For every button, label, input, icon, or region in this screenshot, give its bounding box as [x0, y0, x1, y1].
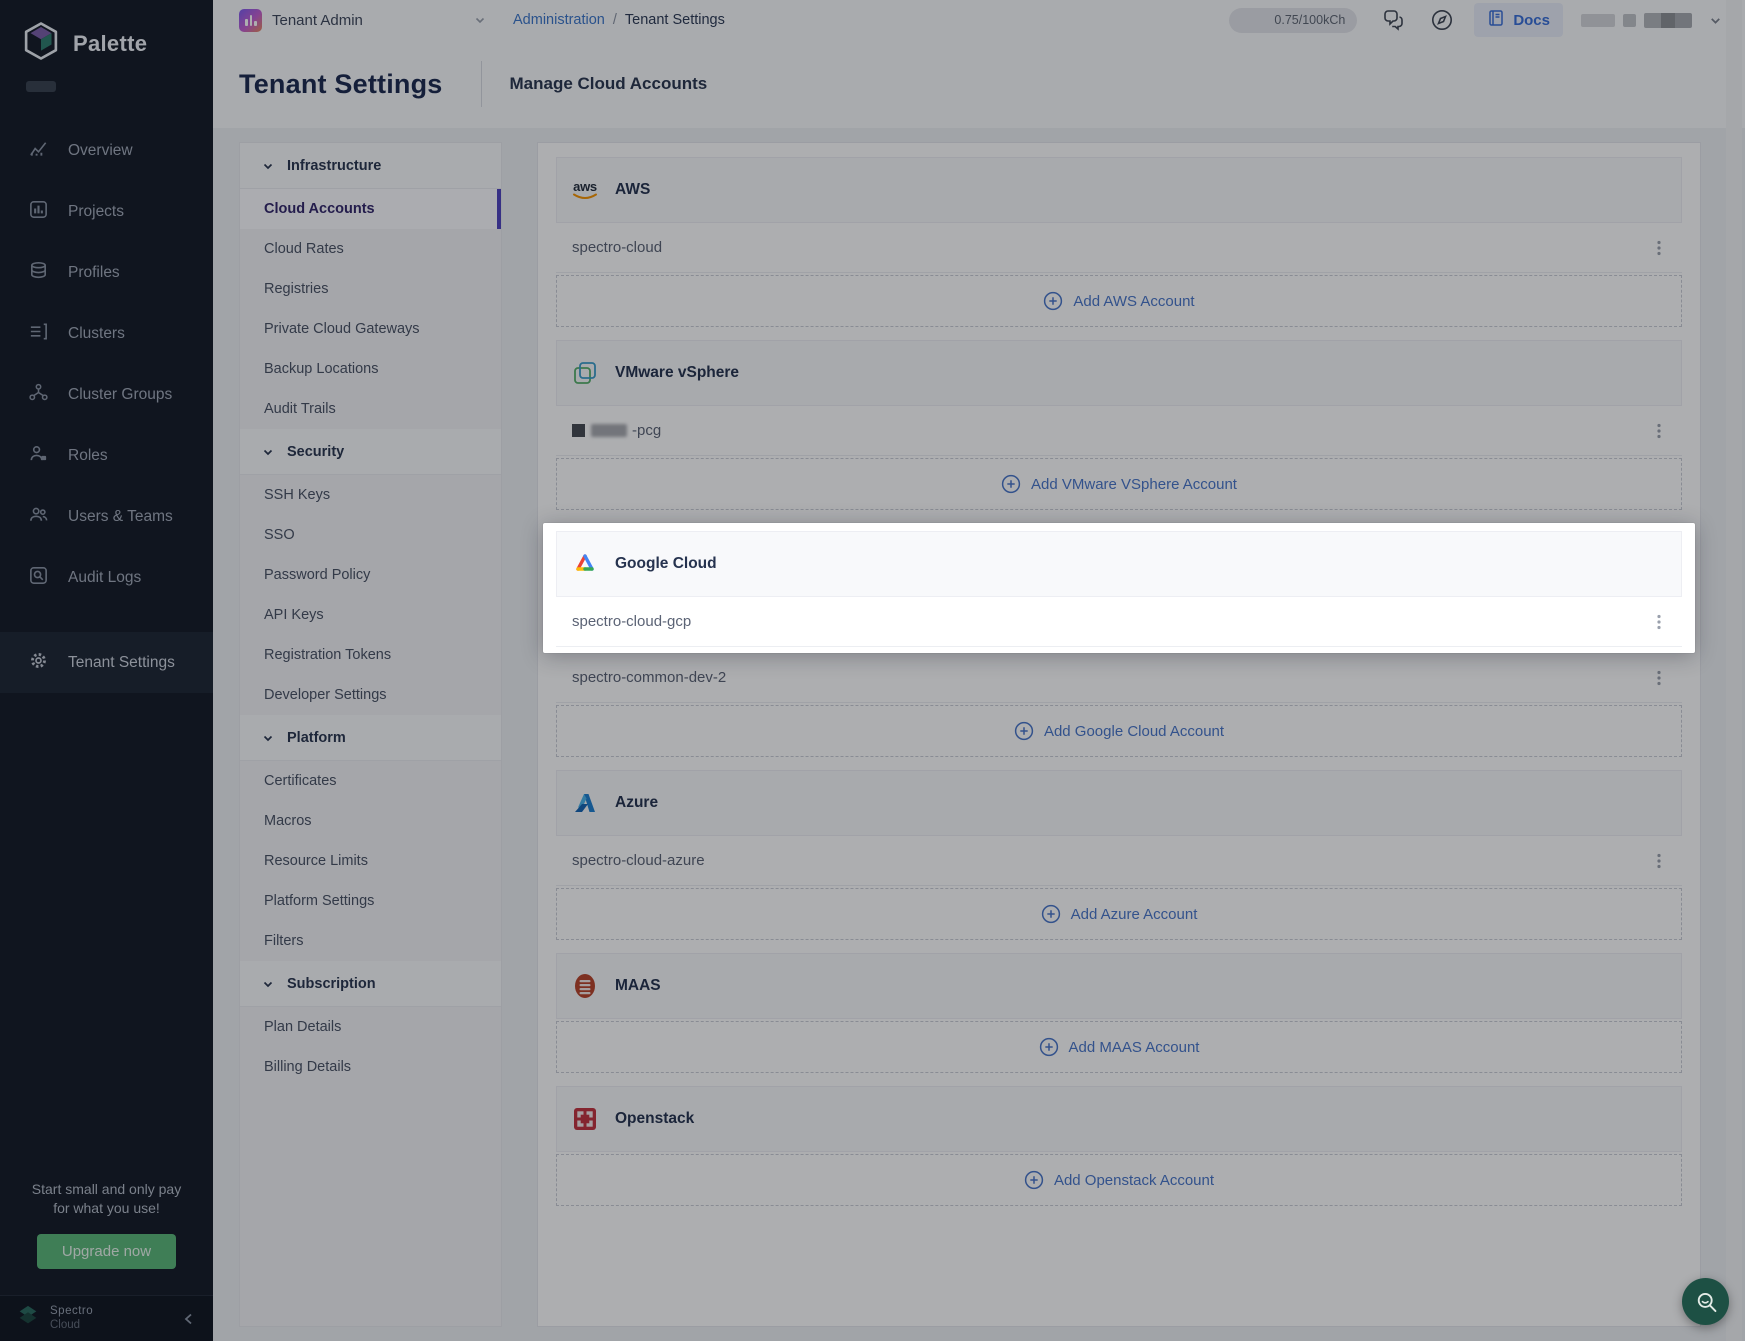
gcp-icon: [571, 550, 599, 578]
search-fab-button[interactable]: [1682, 1278, 1729, 1325]
tour-dim-overlay: [0, 0, 1745, 1341]
google-cloud-highlight: Google Cloud spectro-cloud-gcp: [543, 523, 1695, 653]
account-name: spectro-cloud-gcp: [572, 613, 691, 630]
search-icon: [1691, 1287, 1721, 1317]
provider-header: Google Cloud: [556, 531, 1682, 597]
kebab-menu-icon[interactable]: [1648, 609, 1670, 635]
provider-name: Google Cloud: [615, 555, 717, 573]
account-row-highlighted: spectro-cloud-gcp: [556, 597, 1682, 647]
